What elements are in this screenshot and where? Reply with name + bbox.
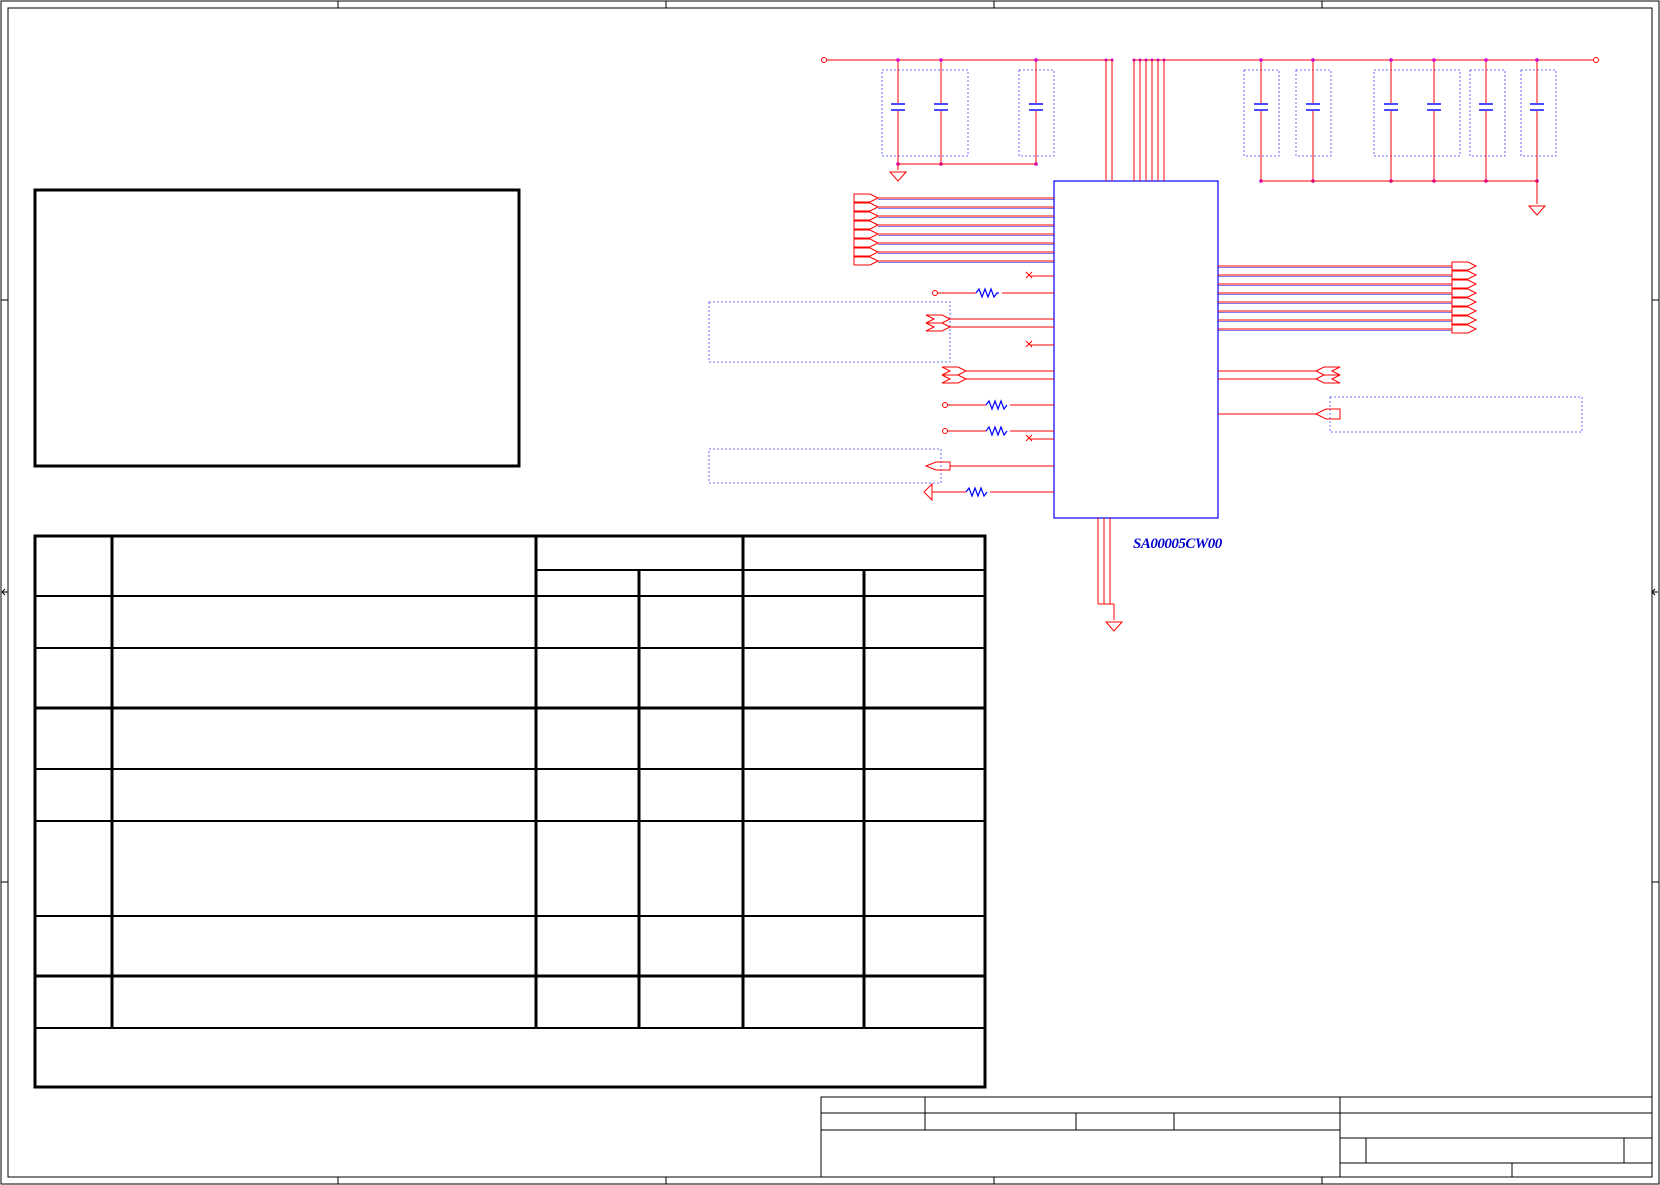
offpage-connector-icon: [853, 220, 880, 230]
power-rail-port-icon: [942, 428, 948, 434]
title-block: [820, 1096, 1653, 1178]
resistor-zigzag-icon: [975, 287, 999, 299]
right-signal-bus: [1218, 261, 1478, 334]
offpage-connector-icon: [853, 211, 880, 221]
offpage-connector-icon: [1451, 324, 1478, 334]
ic-ground-pins: [1097, 518, 1115, 620]
note-group-box: [708, 301, 951, 363]
capacitor-icon: [1384, 58, 1398, 183]
offpage-connector-icon: [853, 229, 880, 239]
power-rail-port-icon: [1593, 57, 1599, 63]
capacitor-icon: [1029, 58, 1043, 166]
left-signal-bus: [853, 193, 1054, 266]
capacitor-icon: [1254, 58, 1268, 183]
power-rail-port-icon: [821, 57, 827, 63]
capacitor-icon: [1530, 58, 1544, 183]
resistors: [965, 287, 1008, 498]
offpage-connector-icon: [924, 461, 951, 471]
offpage-connector-icon: [1451, 315, 1478, 325]
schematic-sheet: SA00005CW00: [0, 0, 1660, 1185]
capacitor-icon: [934, 58, 948, 166]
notes-box: [33, 188, 521, 468]
resistor-zigzag-icon: [965, 486, 988, 498]
offpage-connector-icon: [925, 322, 952, 332]
note-group-box: [708, 448, 942, 484]
decoupling-group-box: [1520, 69, 1557, 157]
offpage-connector-icon: [941, 374, 968, 384]
decoupling-group-box: [881, 69, 969, 157]
net-junction-dot: [1484, 58, 1488, 62]
offpage-connector-icon: [853, 256, 880, 266]
misc-left-nets: [923, 271, 1054, 502]
offpage-connector-icon: [853, 193, 880, 203]
resistor-zigzag-icon: [985, 425, 1008, 437]
misc-right-nets: [1218, 366, 1341, 420]
net-junction-dot: [1034, 58, 1038, 62]
net-junction-dot: [939, 58, 943, 62]
offpage-connector-icon: [1451, 297, 1478, 307]
ic-body: [1053, 180, 1219, 519]
net-junction-dot: [896, 58, 900, 62]
ground-icon: [923, 482, 933, 502]
power-rail-port-icon: [942, 402, 948, 408]
net-junction-dot: [1432, 58, 1436, 62]
resistor-zigzag-icon: [985, 399, 1008, 411]
capacitor-icon: [1306, 58, 1320, 183]
offpage-connector-icon: [853, 247, 880, 257]
offpage-connector-icon: [1314, 366, 1341, 376]
offpage-connector-icon: [853, 202, 880, 212]
offpage-connector-icon: [941, 366, 968, 376]
offpage-connector-icon: [1451, 261, 1478, 271]
decoupling-group-box: [1469, 69, 1506, 157]
capacitor-icon: [891, 58, 905, 166]
no-connect-icon: [1025, 340, 1033, 348]
parts-table: [33, 534, 987, 1089]
capacitor-icon: [1427, 58, 1441, 183]
power-rail: [821, 57, 1599, 63]
offpage-connector-icon: [1451, 270, 1478, 280]
offpage-connector-icon: [925, 314, 952, 324]
offpage-connector-icon: [853, 238, 880, 248]
power-rail-port-icon: [932, 290, 938, 296]
net-junction-dot: [1259, 58, 1263, 62]
offpage-connector-icon: [1314, 408, 1341, 420]
note-group-box: [1329, 396, 1583, 433]
drawing-frame: [0, 0, 1660, 1185]
no-connect-icon: [1025, 434, 1033, 442]
net-junction-dot: [1389, 58, 1393, 62]
offpage-connector-icon: [1451, 288, 1478, 298]
offpage-connector-icon: [1451, 306, 1478, 316]
decoupling-group-box: [1373, 69, 1461, 157]
capacitor-icon: [1479, 58, 1493, 183]
net-junction-dot: [1535, 58, 1539, 62]
offpage-connector-icon: [1314, 374, 1341, 384]
no-connect-icon: [1025, 271, 1033, 279]
part-number-label: SA00005CW00: [1133, 536, 1223, 552]
net-junction-dot: [1311, 58, 1315, 62]
ic-power-pins: [1105, 60, 1165, 181]
offpage-connector-icon: [1451, 279, 1478, 289]
